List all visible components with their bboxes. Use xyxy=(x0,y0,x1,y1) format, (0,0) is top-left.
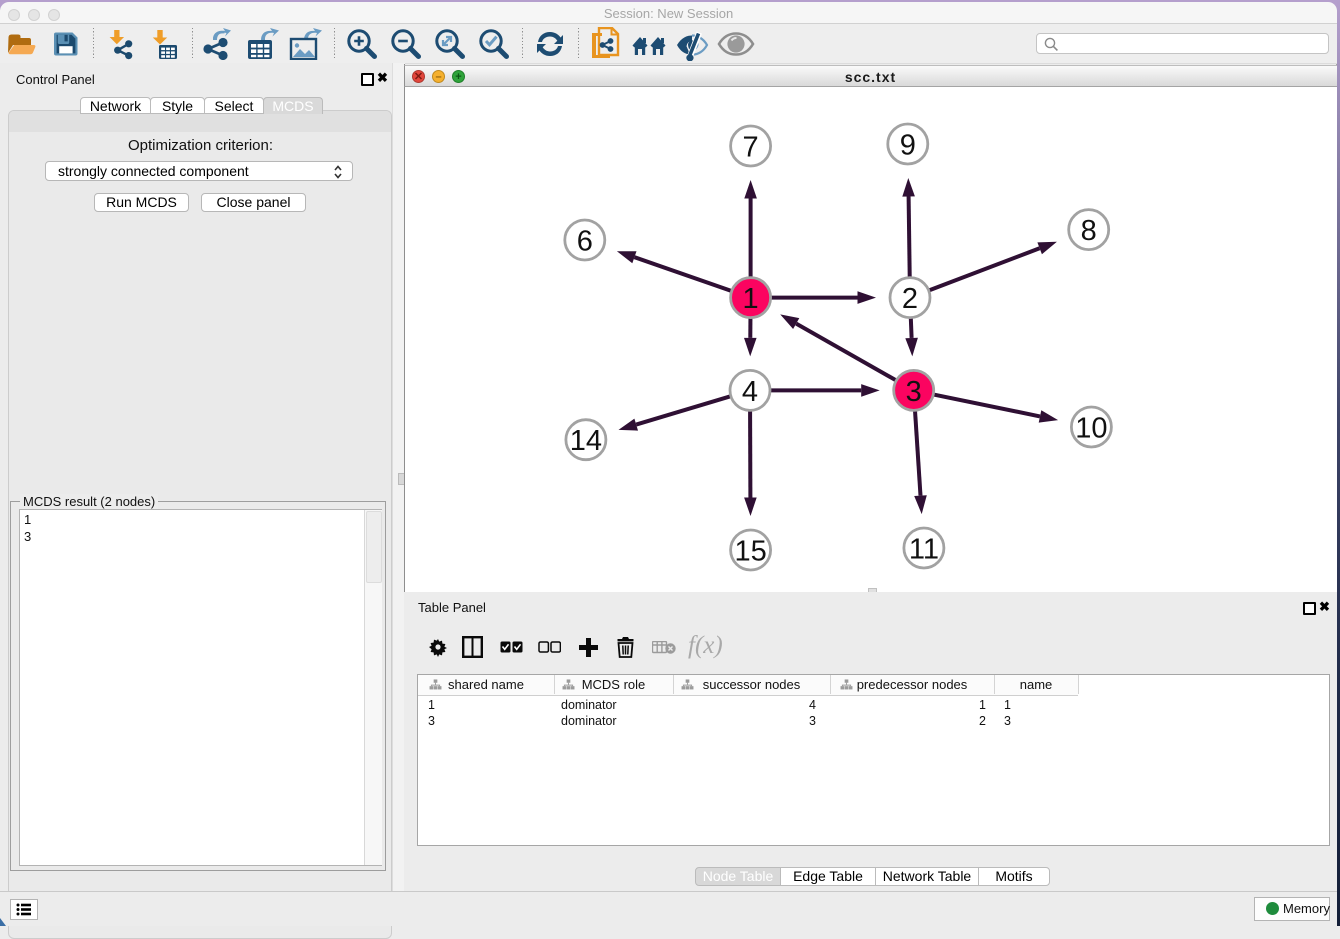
svg-text:2: 2 xyxy=(902,283,918,315)
svg-text:9: 9 xyxy=(900,130,916,162)
svg-text:7: 7 xyxy=(743,132,759,164)
svg-text:15: 15 xyxy=(734,536,766,568)
svg-text:6: 6 xyxy=(577,226,593,258)
svg-text:8: 8 xyxy=(1081,215,1097,247)
svg-text:4: 4 xyxy=(742,376,758,408)
svg-text:10: 10 xyxy=(1075,413,1107,445)
svg-text:1: 1 xyxy=(743,283,759,315)
svg-text:14: 14 xyxy=(570,425,602,457)
svg-text:11: 11 xyxy=(909,534,939,566)
svg-text:3: 3 xyxy=(906,376,922,408)
